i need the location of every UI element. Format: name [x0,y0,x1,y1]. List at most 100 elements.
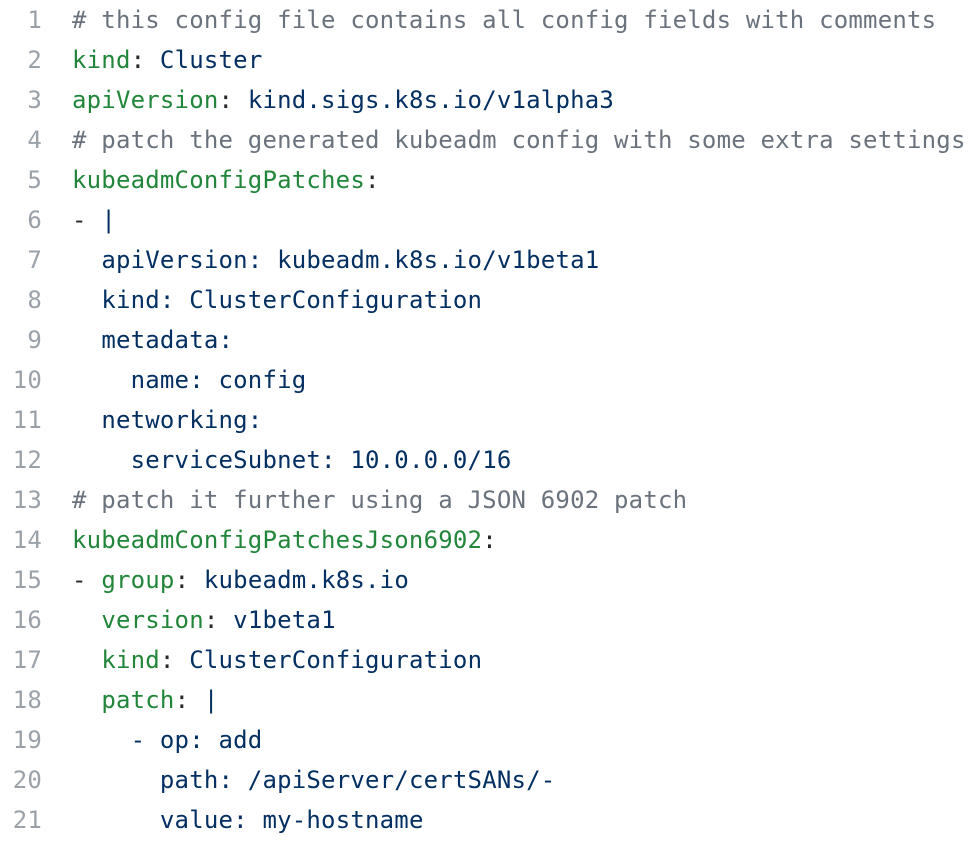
code-view[interactable]: 1 # this config file contains all config … [0,0,970,842]
code-line: 2 kind: Cluster [0,40,970,80]
code-line: 20 path: /apiServer/certSANs/- [0,760,970,800]
code-line: 8 kind: ClusterConfiguration [0,280,970,320]
code-line: 21 value: my-hostname [0,800,970,840]
key-token: group [101,566,175,594]
code-line: 18 patch: | [0,680,970,720]
punct-token: : [174,566,204,594]
line-content: kubeadmConfigPatches: [72,160,380,200]
line-content: value: my-hostname [72,800,424,840]
value-token: | [203,686,219,714]
line-number: 16 [12,606,42,634]
punct-token: : [364,166,380,194]
key-token: patch [101,686,175,714]
code-line: 10 name: config [0,360,970,400]
line-content: patch: | [72,680,219,720]
line-content: - group: kubeadm.k8s.io [72,560,409,600]
line-content: # patch the generated kubeadm config wit… [72,120,966,160]
line-content: # this config file contains all config f… [72,0,936,40]
code-line: 16 version: v1beta1 [0,600,970,640]
code-line: 14 kubeadmConfigPatchesJson6902: [0,520,970,560]
line-number: 7 [27,246,42,274]
code-line: 6 - | [0,200,970,240]
comment-token: # patch it further using a JSON 6902 pat… [72,486,688,514]
code-line: 4 # patch the generated kubeadm config wi… [0,120,970,160]
punct-token: - [72,566,102,594]
value-token: - op: add [130,726,263,754]
code-line: 12 serviceSubnet: 10.0.0.0/16 [0,440,970,480]
line-content: - | [72,200,116,240]
value-token: | [101,206,116,234]
line-content: kind: ClusterConfiguration [72,280,482,320]
line-content: apiVersion: kind.sigs.k8s.io/v1alpha3 [72,80,614,120]
line-content: kubeadmConfigPatchesJson6902: [72,520,497,560]
key-token: kubeadmConfigPatches [72,166,365,194]
value-token: apiVersion: kubeadm.k8s.io/v1beta1 [101,246,600,274]
value-token: kubeadm.k8s.io [203,566,409,594]
line-content: serviceSubnet: 10.0.0.0/16 [72,440,512,480]
line-number: 12 [12,446,42,474]
code-line: 17 kind: ClusterConfiguration [0,640,970,680]
line-number: 3 [27,86,42,114]
comment-token: # patch the generated kubeadm config wit… [72,126,966,154]
code-line: 7 apiVersion: kubeadm.k8s.io/v1beta1 [0,240,970,280]
line-content: # patch it further using a JSON 6902 pat… [72,480,687,520]
code-line: 13 # patch it further using a JSON 6902 p… [0,480,970,520]
line-number: 5 [27,166,42,194]
line-content: name: config [72,360,307,400]
line-content: networking: [72,400,262,440]
line-number: 18 [12,686,42,714]
line-content: metadata: [72,320,233,360]
line-number: 4 [27,126,42,154]
line-content: apiVersion: kubeadm.k8s.io/v1beta1 [72,240,599,280]
line-number: 19 [12,726,42,754]
line-number: 2 [27,46,42,74]
line-content: kind: ClusterConfiguration [72,640,482,680]
punct-token: : [482,526,497,554]
line-content: version: v1beta1 [72,600,336,640]
key-token: kind [72,46,131,74]
value-token: ClusterConfiguration [189,646,483,674]
punct-token: - [72,206,102,234]
line-content: kind: Cluster [72,40,262,80]
line-number: 15 [12,566,42,594]
value-token: kind: ClusterConfiguration [101,286,483,314]
key-token: kubeadmConfigPatchesJson6902 [72,526,483,554]
comment-token: # this config file contains all config f… [72,6,937,34]
code-line: 15 - group: kubeadm.k8s.io [0,560,970,600]
line-number: 20 [12,766,42,794]
line-number: 13 [12,486,42,514]
code-line: 5 kubeadmConfigPatches: [0,160,970,200]
value-token: metadata: [101,326,234,354]
line-number: 8 [27,286,42,314]
punct-token: : [159,646,190,674]
line-content: - op: add [72,720,263,760]
line-number: 17 [12,646,42,674]
value-token: value: my-hostname [159,806,424,834]
code-line: 9 metadata: [0,320,970,360]
line-number: 14 [12,526,42,554]
line-number: 21 [12,806,42,834]
value-token: Cluster [159,46,263,74]
punct-token: : [130,46,160,74]
line-number: 11 [12,406,42,434]
value-token: networking: [101,406,263,434]
code-line: 3 apiVersion: kind.sigs.k8s.io/v1alpha3 [0,80,970,120]
punct-token: : [218,86,248,114]
line-content: path: /apiServer/certSANs/- [72,760,555,800]
value-token: kind.sigs.k8s.io/v1alpha3 [247,86,615,114]
value-token: name: config [130,366,307,394]
key-token: version [101,606,204,634]
value-token: path: /apiServer/certSANs/- [159,766,556,794]
key-token: apiVersion [72,86,219,114]
